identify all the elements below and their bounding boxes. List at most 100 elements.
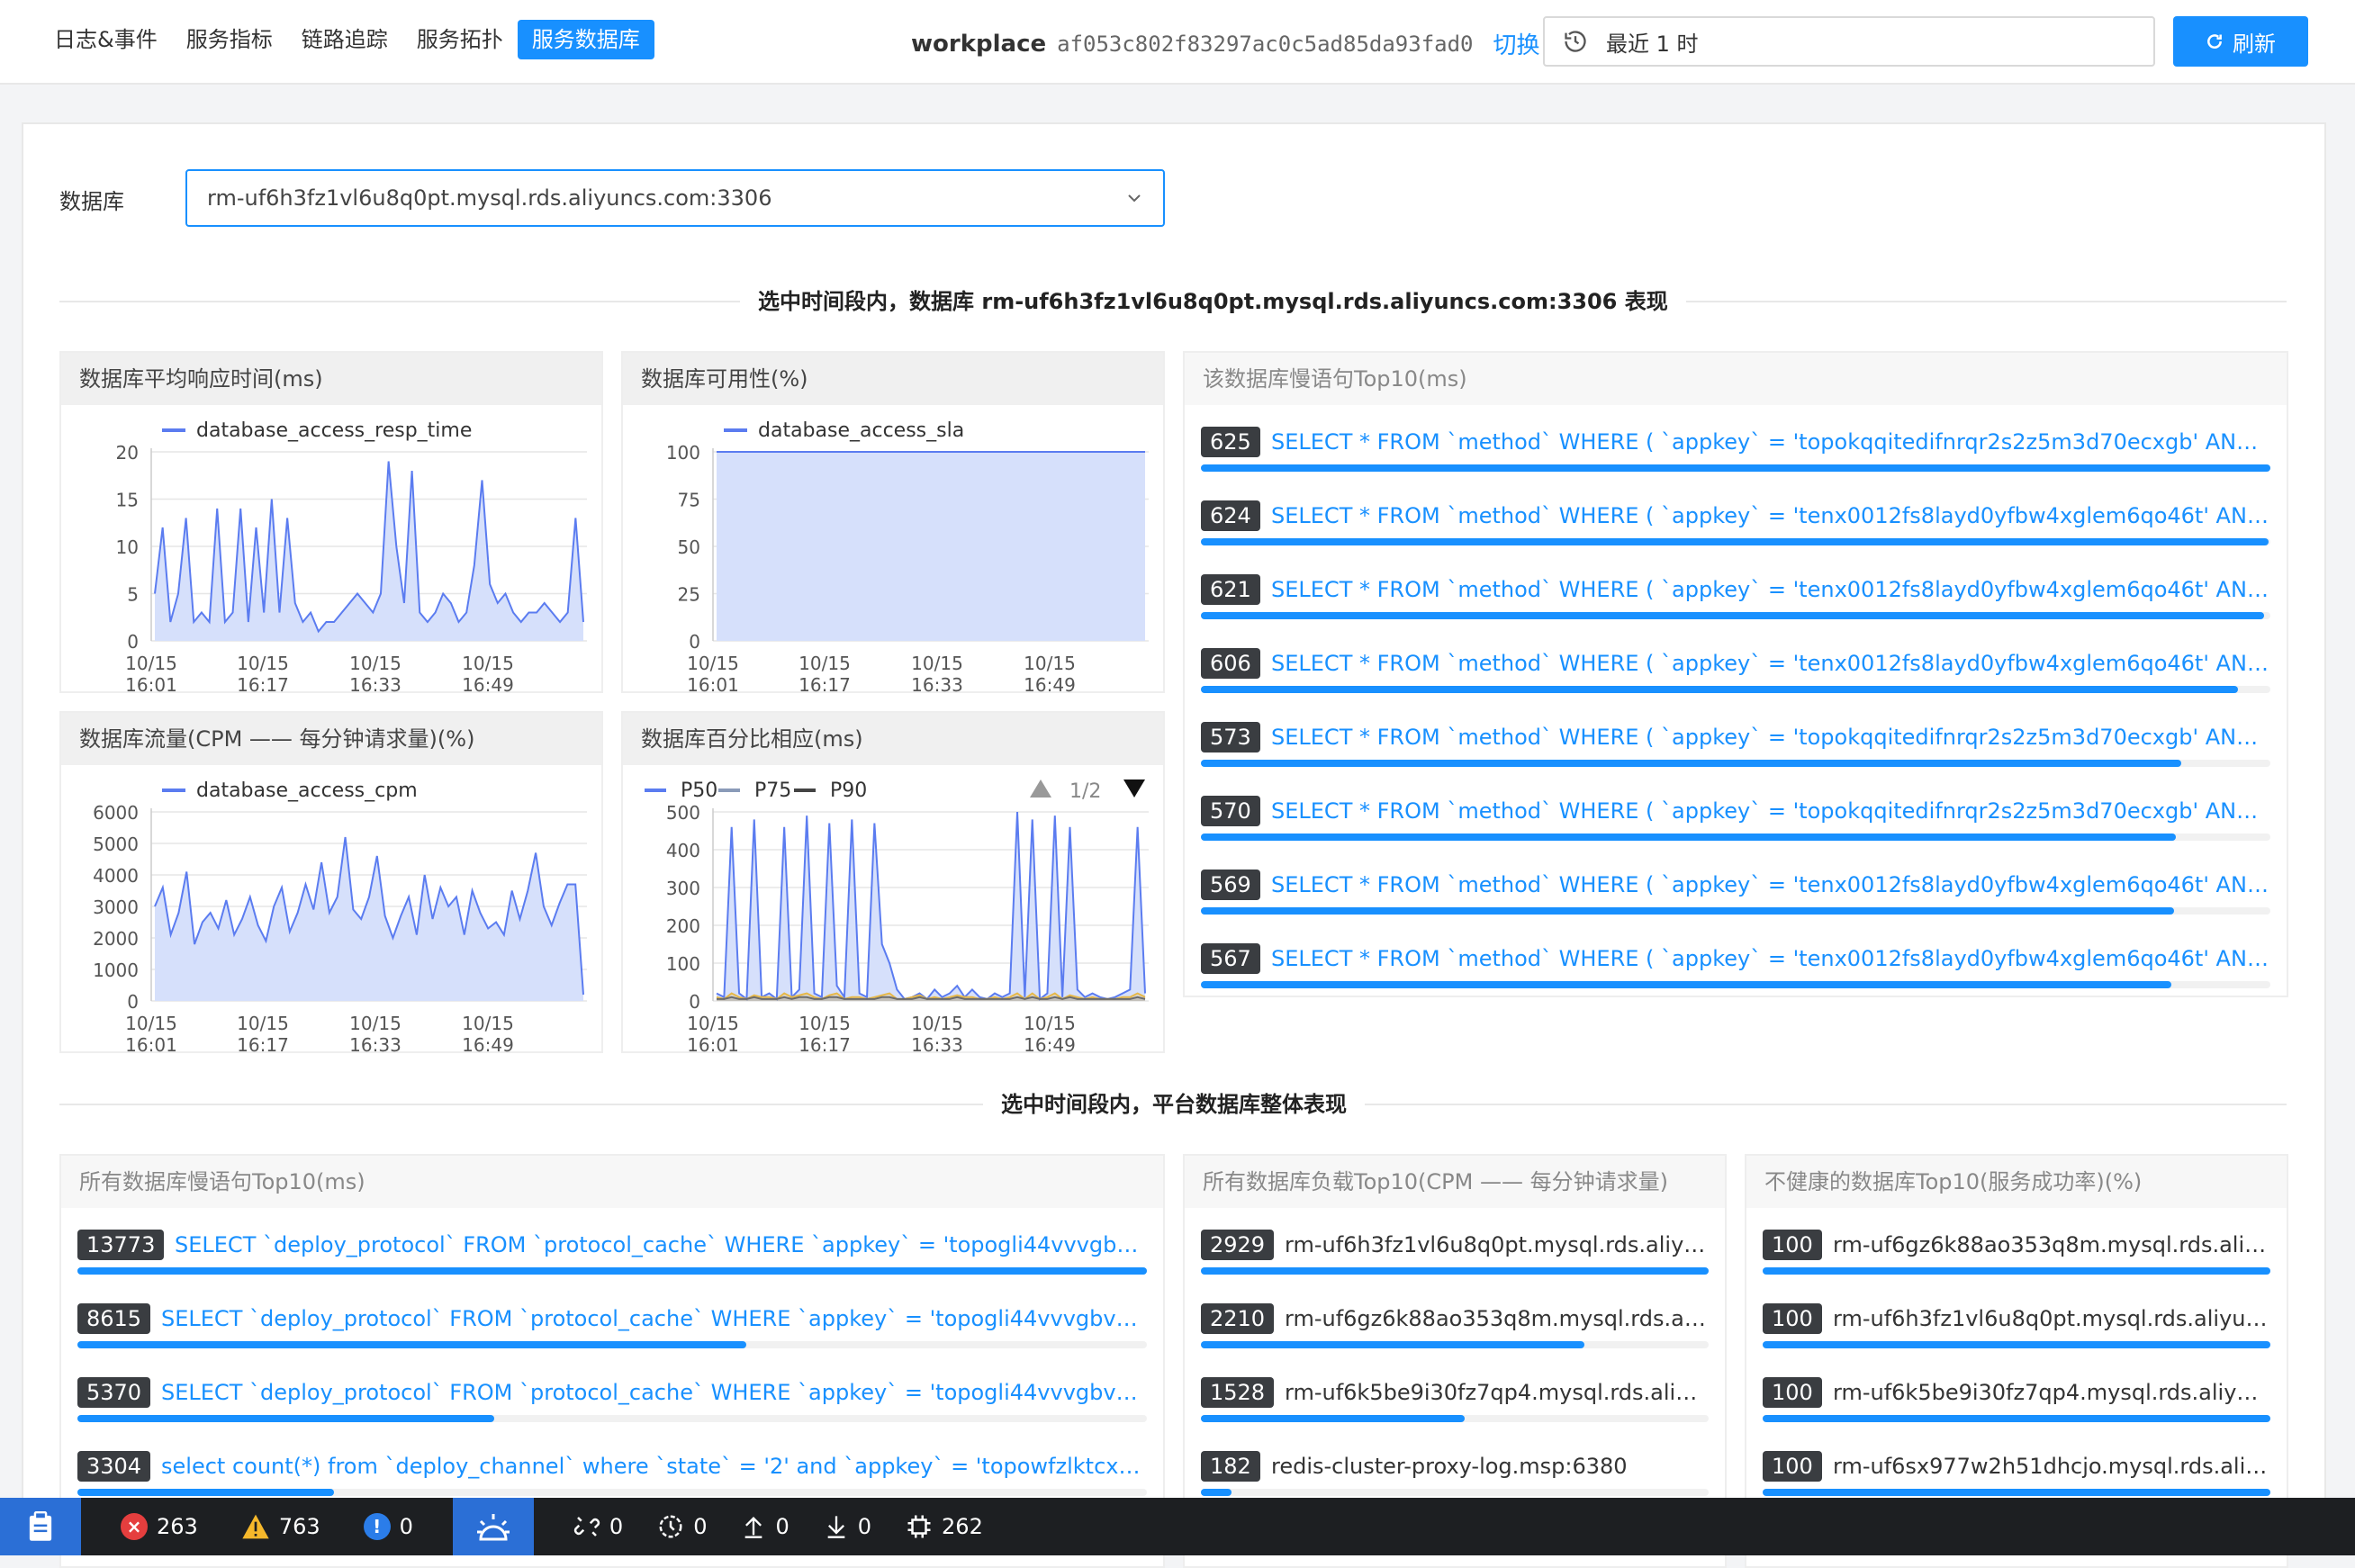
broken-link-icon (573, 1517, 600, 1536)
legend-label: P90 (830, 779, 867, 802)
chart-availability: 025507510010/1516:0110/1516:1710/1516:33… (666, 419, 1149, 693)
value-badge: 606 (1201, 648, 1260, 679)
workspace-switch-link[interactable]: 切换 (1493, 27, 1539, 60)
panel-title: 数据库百分比相应(ms) (623, 713, 1163, 765)
clipboard-button[interactable] (0, 1498, 81, 1555)
workspace-name: workplace (911, 30, 1047, 58)
progress-track (1201, 1267, 1709, 1275)
x-tick-label: 10/15 (687, 653, 739, 674)
y-tick-label: 0 (689, 631, 700, 653)
value-badge: 2929 (1201, 1230, 1275, 1260)
progress-fill (77, 1415, 495, 1422)
list-item[interactable]: 624 SELECT * FROM `method` WHERE ( `appke… (1201, 488, 2270, 562)
list-item[interactable]: 13773 SELECT `deploy_protocol` FROM `prot… (77, 1217, 1147, 1291)
download-count: 0 (857, 1514, 872, 1539)
list-item[interactable]: 2929 rm-uf6h3fz1vl6u8q0pt.mysql.rds.aliyu… (1201, 1217, 1709, 1291)
x-tick-label: 10/15 (125, 1013, 177, 1034)
value-badge: 13773 (77, 1230, 165, 1260)
panel-slow-queries-top10: 该数据库慢语句Top10(ms) 625 SELECT * FROM `metho… (1183, 351, 2288, 997)
tab-tracing[interactable]: 链路追踪 (287, 20, 402, 59)
list-item[interactable]: 606 SELECT * FROM `method` WHERE ( `appke… (1201, 635, 2270, 709)
legend-next-icon[interactable] (1123, 779, 1145, 798)
list-item[interactable]: 5370 SELECT `deploy_protocol` FROM `proto… (77, 1365, 1147, 1438)
progress-fill (77, 1341, 746, 1348)
status-broken-links[interactable]: 0 (561, 1498, 636, 1555)
warning-count: 763 (278, 1514, 320, 1539)
db-name: rm-uf6h3fz1vl6u8q0pt.mysql.rds.aliyun... (1833, 1306, 2270, 1331)
status-downloads[interactable]: 0 (811, 1498, 884, 1555)
list-item[interactable]: 567 SELECT * FROM `method` WHERE ( `appke… (1201, 931, 2270, 1005)
database-select[interactable]: rm-uf6h3fz1vl6u8q0pt.mysql.rds.aliyuncs.… (185, 169, 1165, 227)
list-item[interactable]: 621 SELECT * FROM `method` WHERE ( `appke… (1201, 562, 2270, 635)
status-uploads[interactable]: 0 (728, 1498, 801, 1555)
status-warnings[interactable]: 763 (229, 1498, 333, 1555)
list-item[interactable]: 573 SELECT * FROM `method` WHERE ( `appke… (1201, 709, 2270, 783)
sql-link[interactable]: SELECT * FROM `method` WHERE ( `appkey` … (1271, 796, 2270, 826)
debug-sun-button[interactable] (452, 1498, 534, 1555)
y-tick-label: 2000 (93, 928, 139, 950)
db-name: rm-uf6gz6k88ao353q8m.mysql.rds.aliyu... (1833, 1232, 2270, 1257)
list-item[interactable]: 1528 rm-uf6k5be9i30fz7qp4.mysql.rds.aliyu… (1201, 1365, 1709, 1438)
x-tick-label: 10/15 (799, 1013, 851, 1034)
value-badge: 624 (1201, 500, 1260, 531)
tab-topology[interactable]: 服务拓扑 (402, 20, 518, 59)
status-bar: × 263 763 ! 0 0 0 0 0 262 (0, 1498, 2355, 1555)
list-item[interactable]: 2210 rm-uf6gz6k88ao353q8m.mysql.rds.ali..… (1201, 1291, 1709, 1365)
progress-track (1201, 464, 2270, 472)
status-errors[interactable]: × 263 (108, 1498, 211, 1555)
status-memory[interactable]: 262 (893, 1498, 996, 1555)
list-item[interactable]: 100 rm-uf6gz6k88ao353q8m.mysql.rds.aliyu.… (1763, 1217, 2270, 1291)
sql-link[interactable]: SELECT * FROM `method` WHERE ( `appkey` … (1271, 500, 2270, 531)
sql-link[interactable]: SELECT * FROM `method` WHERE ( `appkey` … (1271, 722, 2270, 752)
sql-link[interactable]: SELECT `deploy_protocol` FROM `protocol_… (161, 1377, 1147, 1408)
y-tick-label: 50 (678, 536, 700, 558)
x-tick-label: 16:49 (1024, 674, 1076, 693)
x-tick-label: 16:01 (125, 1034, 177, 1053)
time-range-picker[interactable]: 最近 1 时 (1543, 16, 2155, 67)
panel-traffic-cpm: 数据库流量(CPM —— 每分钟请求量)(%) 0 1000 2000 3000 400… (59, 711, 603, 1053)
y-tick-label: 3000 (93, 897, 139, 918)
sql-link[interactable]: SELECT * FROM `method` WHERE ( `appkey` … (1271, 648, 2270, 679)
x-tick-label: 10/15 (1024, 653, 1076, 674)
tab-service-metrics[interactable]: 服务指标 (172, 20, 287, 59)
x-tick-label: 10/15 (462, 653, 514, 674)
refresh-button[interactable]: 刷新 (2173, 16, 2308, 67)
legend-prev-icon[interactable] (1030, 779, 1051, 798)
progress-fill (1763, 1489, 2270, 1496)
x-tick-label: 10/15 (237, 653, 289, 674)
value-badge: 567 (1201, 943, 1260, 974)
x-tick-label: 10/15 (799, 653, 851, 674)
progress-track (1201, 538, 2270, 545)
list-item[interactable]: 100 rm-uf6h3fz1vl6u8q0pt.mysql.rds.aliyun… (1763, 1291, 2270, 1365)
y-tick-label: 500 (666, 802, 700, 824)
x-tick-label: 16:01 (687, 674, 739, 693)
sql-link[interactable]: select count(*) from `deploy_channel` wh… (161, 1451, 1147, 1482)
sql-link[interactable]: SELECT `deploy_protocol` FROM `protocol_… (161, 1303, 1147, 1334)
y-tick-label: 100 (666, 953, 700, 975)
tab-service-database[interactable]: 服务数据库 (517, 20, 654, 59)
status-info[interactable]: ! 0 (351, 1498, 426, 1555)
sql-link[interactable]: SELECT * FROM `method` WHERE ( `appkey` … (1271, 870, 2270, 900)
list-item[interactable]: 625 SELECT * FROM `method` WHERE ( `appke… (1201, 414, 2270, 488)
x-tick-label: 10/15 (349, 653, 402, 674)
list-item[interactable]: 569 SELECT * FROM `method` WHERE ( `appke… (1201, 857, 2270, 931)
sql-link[interactable]: SELECT `deploy_protocol` FROM `protocol_… (175, 1230, 1147, 1260)
list-item[interactable]: 570 SELECT * FROM `method` WHERE ( `appke… (1201, 783, 2270, 857)
broken-link-count: 0 (609, 1514, 624, 1539)
list-item[interactable]: 100 rm-uf6k5be9i30fz7qp4.mysql.rds.aliyun… (1763, 1365, 2270, 1438)
panel-title: 所有数据库慢语句Top10(ms) (61, 1156, 1163, 1208)
list-item[interactable]: 8615 SELECT `deploy_protocol` FROM `proto… (77, 1291, 1147, 1365)
progress-track (77, 1267, 1147, 1275)
section-title-platform: 选中时间段内，平台数据库整体表现 (983, 1089, 1365, 1120)
x-tick-label: 10/15 (1024, 1013, 1076, 1034)
tab-logs-events[interactable]: 日志&事件 (40, 20, 172, 59)
sql-link[interactable]: SELECT * FROM `method` WHERE ( `appkey` … (1271, 574, 2270, 605)
x-tick-label: 16:49 (1024, 1034, 1076, 1053)
status-timers[interactable]: 0 (645, 1498, 719, 1555)
sql-link[interactable]: SELECT * FROM `method` WHERE ( `appkey` … (1271, 427, 2270, 457)
x-tick-label: 16:49 (462, 674, 514, 693)
sql-link[interactable]: SELECT * FROM `method` WHERE ( `appkey` … (1271, 943, 2270, 974)
timer-count: 0 (693, 1514, 708, 1539)
value-badge: 625 (1201, 427, 1260, 457)
chevron-down-icon (1128, 194, 1141, 203)
